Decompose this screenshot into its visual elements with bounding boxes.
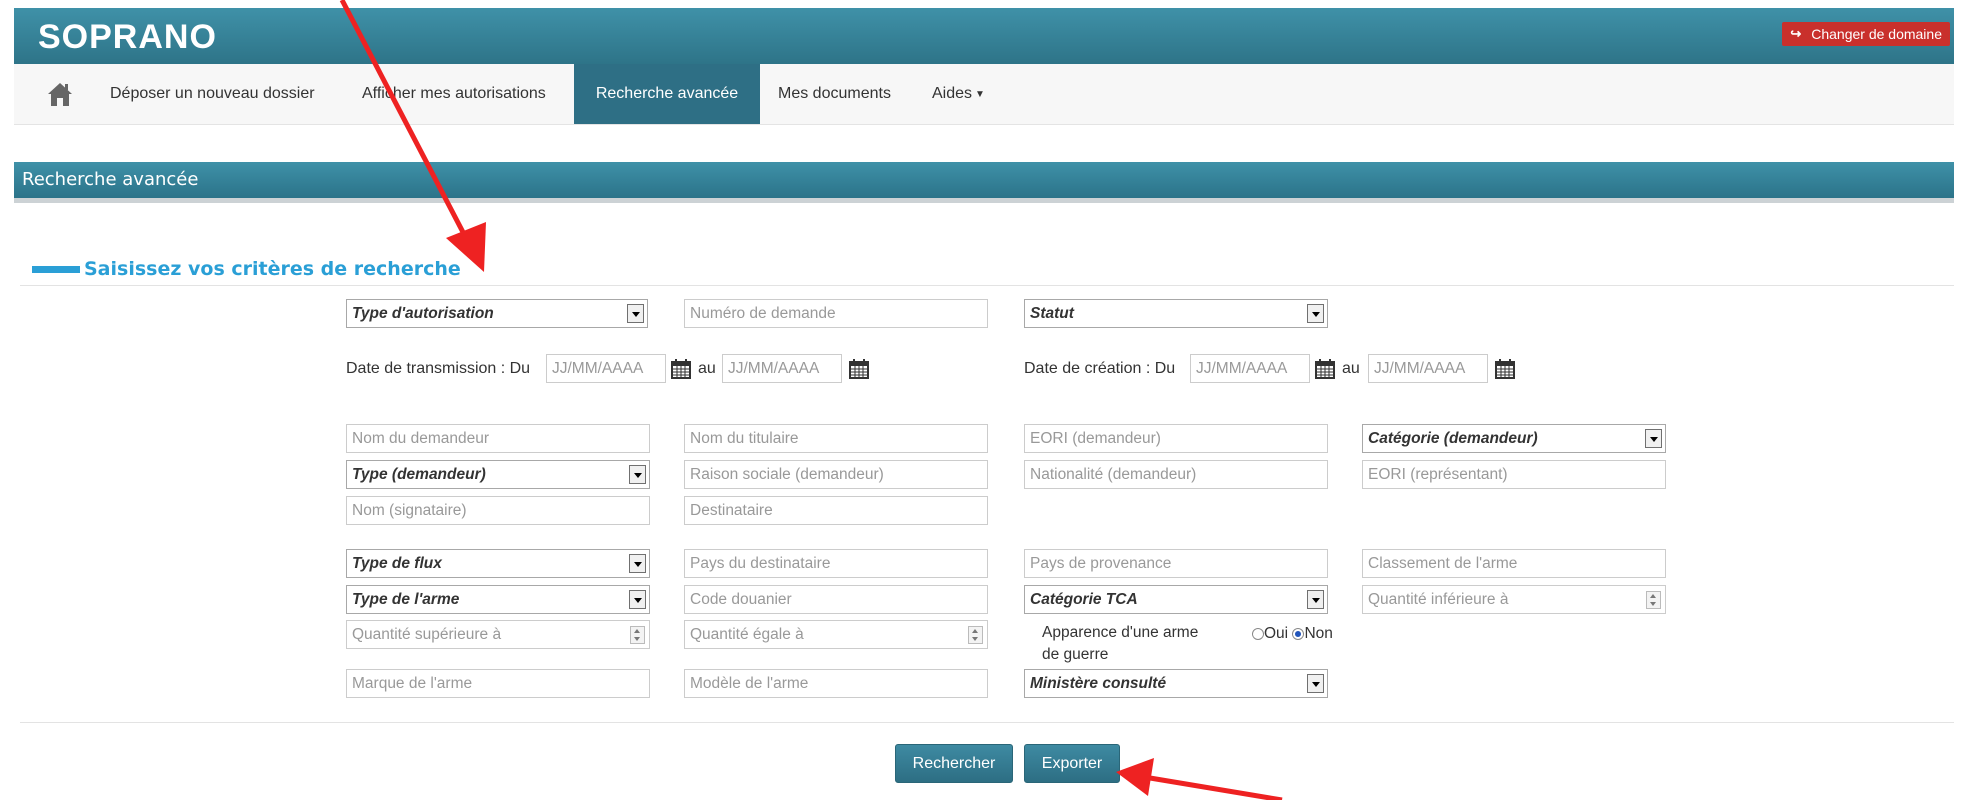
annotation-arrows [339, 0, 1283, 800]
annotation-arrow-top [339, 0, 486, 272]
annotation-arrow-bottom [1116, 758, 1283, 800]
